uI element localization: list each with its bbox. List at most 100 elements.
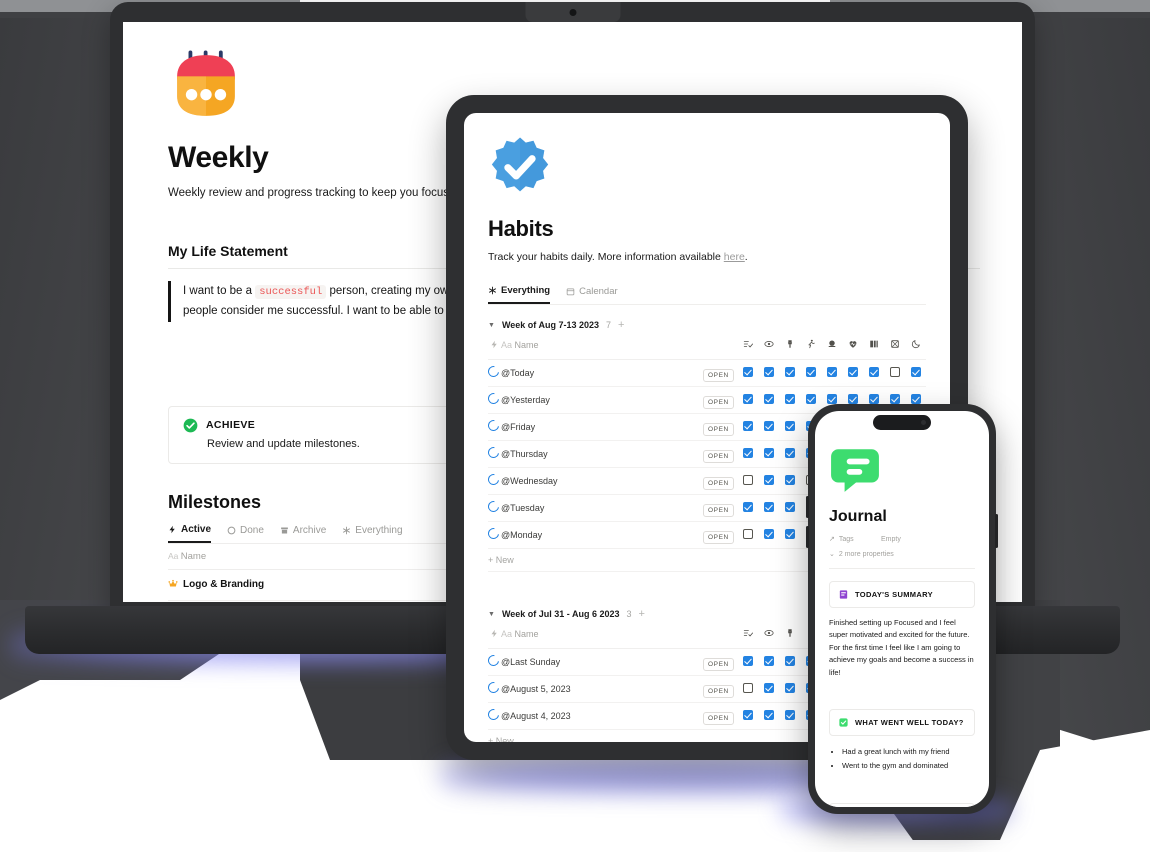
cell-toggle[interactable] bbox=[485, 386, 502, 414]
cell-open[interactable]: OPEN bbox=[703, 702, 737, 730]
cell-habit-2[interactable] bbox=[779, 648, 800, 676]
habit-checkbox[interactable] bbox=[889, 367, 900, 377]
cell-toggle[interactable] bbox=[485, 702, 502, 730]
cell-habit-2[interactable] bbox=[779, 386, 800, 414]
add-icon[interactable]: + bbox=[618, 319, 624, 331]
habit-checkbox[interactable] bbox=[868, 394, 879, 404]
habit-checkbox[interactable] bbox=[805, 367, 816, 377]
habit-checkbox[interactable] bbox=[742, 683, 753, 693]
cell-habit-2[interactable] bbox=[779, 440, 800, 468]
cell-open[interactable]: OPEN bbox=[703, 521, 737, 549]
cell-habit-7[interactable] bbox=[884, 359, 905, 387]
cell-habit-1[interactable] bbox=[758, 440, 779, 468]
habit-checkbox[interactable] bbox=[742, 475, 753, 485]
habit-checkbox[interactable] bbox=[742, 710, 753, 720]
habit-checkbox[interactable] bbox=[763, 683, 774, 693]
cell-habit-0[interactable] bbox=[737, 702, 758, 730]
habit-checkbox[interactable] bbox=[868, 367, 879, 377]
cell-habit-2[interactable] bbox=[779, 467, 800, 495]
habit-checkbox[interactable] bbox=[763, 656, 774, 666]
col-meditate-icon[interactable] bbox=[821, 331, 842, 360]
habit-checkbox[interactable] bbox=[742, 529, 753, 539]
col-checklist-icon[interactable] bbox=[737, 620, 758, 649]
habit-checkbox[interactable] bbox=[742, 448, 753, 458]
col-eye-icon[interactable] bbox=[758, 331, 779, 360]
habit-checkbox[interactable] bbox=[763, 475, 774, 485]
habit-checkbox[interactable] bbox=[784, 656, 795, 666]
cell-open[interactable]: OPEN bbox=[703, 648, 737, 676]
cell-habit-0[interactable] bbox=[737, 440, 758, 468]
cell-habit-0[interactable] bbox=[737, 494, 758, 522]
cell-toggle[interactable] bbox=[485, 440, 502, 468]
cell-habit-0[interactable] bbox=[737, 521, 758, 549]
tab-archive[interactable]: Archive bbox=[280, 524, 326, 543]
habit-checkbox[interactable] bbox=[742, 656, 753, 666]
habit-checkbox[interactable] bbox=[847, 394, 858, 404]
habit-group-header[interactable]: ▼ Week of Aug 7-13 2023 7 + bbox=[488, 319, 926, 331]
habit-checkbox[interactable] bbox=[826, 394, 837, 404]
open-button[interactable]: OPEN bbox=[703, 531, 734, 544]
cell-toggle[interactable] bbox=[485, 494, 502, 522]
cell-habit-0[interactable] bbox=[737, 467, 758, 495]
open-button[interactable]: OPEN bbox=[703, 712, 734, 725]
cell-habit-1[interactable] bbox=[758, 521, 779, 549]
col-running-icon[interactable] bbox=[800, 331, 821, 360]
tab-done[interactable]: Done bbox=[227, 524, 264, 543]
habit-checkbox[interactable] bbox=[889, 394, 900, 404]
cell-habit-1[interactable] bbox=[758, 702, 779, 730]
cell-habit-6[interactable] bbox=[863, 359, 884, 387]
col-moon-icon[interactable] bbox=[905, 331, 926, 360]
volume-down-button[interactable] bbox=[806, 526, 809, 548]
cell-toggle[interactable] bbox=[485, 413, 502, 441]
cell-toggle[interactable] bbox=[485, 675, 502, 703]
cell-habit-0[interactable] bbox=[737, 648, 758, 676]
cell-toggle[interactable] bbox=[485, 359, 502, 387]
habit-checkbox[interactable] bbox=[742, 502, 753, 512]
habit-checkbox[interactable] bbox=[784, 683, 795, 693]
habit-checkbox[interactable] bbox=[763, 710, 774, 720]
cell-habit-0[interactable] bbox=[737, 413, 758, 441]
tab-calendar[interactable]: Calendar bbox=[566, 285, 618, 304]
power-button[interactable] bbox=[995, 514, 998, 548]
cell-habit-2[interactable] bbox=[779, 494, 800, 522]
open-button[interactable]: OPEN bbox=[703, 477, 734, 490]
cell-habit-3[interactable] bbox=[800, 359, 821, 387]
habit-checkbox[interactable] bbox=[742, 421, 753, 431]
habit-checkbox[interactable] bbox=[910, 367, 921, 377]
habit-checkbox[interactable] bbox=[784, 710, 795, 720]
cell-habit-1[interactable] bbox=[758, 359, 779, 387]
tab-active[interactable]: Active bbox=[168, 524, 212, 543]
cell-habit-0[interactable] bbox=[737, 675, 758, 703]
habit-checkbox[interactable] bbox=[742, 394, 753, 404]
cell-habit-2[interactable] bbox=[779, 413, 800, 441]
cell-habit-0[interactable] bbox=[737, 386, 758, 414]
open-button[interactable]: OPEN bbox=[703, 396, 734, 409]
cell-habit-5[interactable] bbox=[842, 359, 863, 387]
open-button[interactable]: OPEN bbox=[703, 685, 734, 698]
cell-habit-1[interactable] bbox=[758, 386, 779, 414]
cell-toggle[interactable] bbox=[485, 648, 502, 676]
habit-checkbox[interactable] bbox=[784, 529, 795, 539]
habit-checkbox[interactable] bbox=[763, 502, 774, 512]
open-button[interactable]: OPEN bbox=[703, 504, 734, 517]
cell-habit-1[interactable] bbox=[758, 494, 779, 522]
habit-checkbox[interactable] bbox=[784, 502, 795, 512]
cell-open[interactable]: OPEN bbox=[703, 413, 737, 441]
habit-checkbox[interactable] bbox=[826, 367, 837, 377]
col-name[interactable]: Aa Name bbox=[501, 331, 703, 360]
open-button[interactable]: OPEN bbox=[703, 658, 734, 671]
habit-checkbox[interactable] bbox=[784, 475, 795, 485]
open-button[interactable]: OPEN bbox=[703, 369, 734, 382]
col-eye-icon[interactable] bbox=[758, 620, 779, 649]
cell-open[interactable]: OPEN bbox=[703, 467, 737, 495]
col-book-icon[interactable] bbox=[863, 331, 884, 360]
col-toothbrush-icon[interactable] bbox=[779, 620, 800, 649]
cell-habit-2[interactable] bbox=[779, 359, 800, 387]
cell-open[interactable]: OPEN bbox=[703, 386, 737, 414]
tab-everything[interactable]: Everything bbox=[342, 524, 403, 543]
habit-checkbox[interactable] bbox=[784, 394, 795, 404]
habit-checkbox[interactable] bbox=[763, 529, 774, 539]
more-properties-toggle[interactable]: ⌄ 2 more properties bbox=[829, 550, 975, 559]
open-button[interactable]: OPEN bbox=[703, 423, 734, 436]
col-shower-icon[interactable] bbox=[884, 331, 905, 360]
